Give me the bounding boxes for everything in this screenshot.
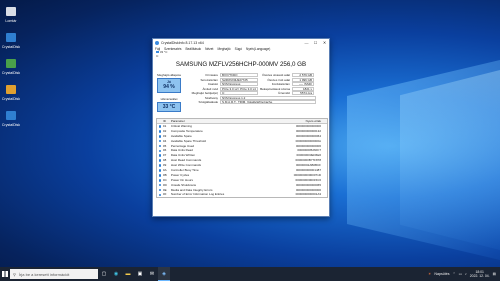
store-icon[interactable]: ▣ (134, 267, 146, 281)
app-icon (155, 40, 159, 45)
info-value: C: (220, 91, 258, 95)
window-title: CrystalDiskInfo 8.17.13 x64 (161, 40, 204, 45)
weather-text[interactable]: Napsütés (434, 272, 449, 276)
file-explorer-icon[interactable]: ▬ (122, 267, 134, 281)
drive-selector[interactable]: 33 °C C: (153, 50, 329, 59)
close-button[interactable]: ✕ (320, 40, 329, 45)
menu-view[interactable]: Nézet (205, 47, 213, 51)
search-placeholder: Írja be a keresett információt (18, 271, 70, 277)
tray-chevron-icon[interactable]: ⌃ (453, 272, 456, 276)
drive-info-panel: Firmware BXV77D0Q Összes olvasott adat 2 57… (186, 73, 329, 105)
drive-status-dot (156, 51, 159, 53)
mail-icon[interactable]: ✉ (146, 267, 158, 281)
info-value: 2 579 GB (292, 73, 314, 77)
header-parameter[interactable]: Paraméter (169, 119, 278, 123)
clock-date: 2022. 12. 04. (469, 274, 490, 278)
minimize-button[interactable]: — (302, 40, 311, 45)
info-value: 5574 óra (292, 91, 314, 95)
smart-table[interactable]: ID Paraméter Nyers érték 01 Critical Warn… (156, 118, 328, 199)
wallpaper-light-beam-inner (400, 70, 500, 250)
app-shortcut-icon (6, 58, 16, 68)
start-button[interactable] (0, 267, 10, 281)
crystaldiskinfo-window[interactable]: CrystalDiskInfo 8.17.13 x64 — ☐ ✕ Fájl S… (152, 38, 330, 217)
taskbar: ⚲ Írja be a keresett információt ▢ ◉ ▬ ▣… (0, 267, 500, 281)
system-tray: ☀ Napsütés ⌃ ▭ ♪ 18:01 2022. 12. 04. ▤ (428, 270, 500, 278)
maximize-button[interactable]: ☐ (311, 40, 320, 45)
desktop-icon-image (3, 4, 19, 18)
app-shortcut-icon (6, 84, 16, 94)
smart-raw-value: 0000000000001A3 (295, 192, 321, 197)
menu-language[interactable]: Nyelv(Language) (246, 47, 270, 51)
health-status-label: Meghajtó állapota (157, 73, 181, 77)
info-row-features: Szolgáltatások S.M.A.R.T., TRIM, Volatil… (186, 100, 329, 105)
menu-help[interactable]: Súgó (235, 47, 242, 51)
menu-settings[interactable]: Beállítások (186, 47, 202, 51)
desktop-icon-label: CrystalDisk (1, 45, 21, 49)
desktop-icon-label: Lomtár (5, 19, 17, 23)
windows-logo-icon (2, 271, 8, 277)
search-icon: ⚲ (13, 271, 16, 277)
crystaldiskinfo-task-icon[interactable]: ◈ (158, 267, 170, 281)
info-value: 1 996 GB (292, 77, 314, 82)
network-icon[interactable]: ▭ (459, 272, 462, 276)
drive-selector-letter: C: (156, 53, 159, 58)
edge-icon[interactable]: ◉ (110, 267, 122, 281)
drive-selector-temp: 33 °C (159, 50, 168, 54)
info-value: NVM Express 1.2 (220, 95, 316, 100)
info-value: S.M.A.R.T., TRIM, VolatileWriteCache (220, 100, 316, 104)
weather-icon[interactable]: ☀ (428, 272, 431, 276)
app-shortcut-icon (6, 6, 16, 16)
health-percent: 94 % (163, 84, 175, 90)
status-column: Meghajtó állapota Jó 94 % Hőmérséklet 33… (155, 73, 183, 112)
temperature-label: Hőmérséklet (160, 97, 178, 101)
task-view-icon[interactable]: ▢ (98, 267, 110, 281)
desktop-icon-image (3, 108, 19, 122)
desktop-icon-image (3, 30, 19, 44)
drive-model-title: SAMSUNG MZFLV256HCHP-000MV 256,0 GB (175, 61, 307, 68)
info-value: NVM Express (220, 82, 258, 86)
desktop-icon-label: CrystalDisk (1, 97, 21, 101)
volume-icon[interactable]: ♪ (465, 272, 467, 276)
info-value: 1821 x (292, 86, 314, 91)
smart-parameter: Number of Error Information Log Entries (170, 192, 225, 197)
header-raw-value[interactable]: Nyers érték (278, 119, 327, 123)
window-titlebar[interactable]: CrystalDiskInfo 8.17.13 x64 — ☐ ✕ (153, 39, 329, 46)
temperature-badge: 33 °C (157, 102, 181, 112)
info-value: BXV77D0Q (220, 73, 258, 77)
app-shortcut-icon (6, 32, 16, 42)
desktop-icon-label: CrystalDisk (1, 123, 21, 127)
info-key: Szolgáltatások (198, 100, 218, 104)
notification-icon[interactable]: ▤ (493, 272, 496, 276)
app-shortcut-icon (6, 110, 16, 120)
desktop-icon-image (3, 56, 19, 70)
clock[interactable]: 18:01 2022. 12. 04. (470, 270, 490, 278)
smart-row[interactable]: 0F Number of Error Information Log Entrie… (157, 192, 327, 197)
health-status-badge[interactable]: Jó 94 % (157, 78, 181, 93)
menu-disk[interactable]: Meghajtó (217, 47, 230, 51)
desktop-icon-label: CrystalDisk (1, 71, 21, 75)
desktop-icon-image (3, 82, 19, 96)
info-value: PCIe 3.0 x2 | PCIe 3.0 x4 (220, 86, 258, 91)
taskbar-search[interactable]: ⚲ Írja be a keresett információt (10, 269, 98, 279)
info-value: S2ZRNX0H927725 (220, 77, 258, 82)
info-value: ---- (SSD) (292, 82, 314, 86)
